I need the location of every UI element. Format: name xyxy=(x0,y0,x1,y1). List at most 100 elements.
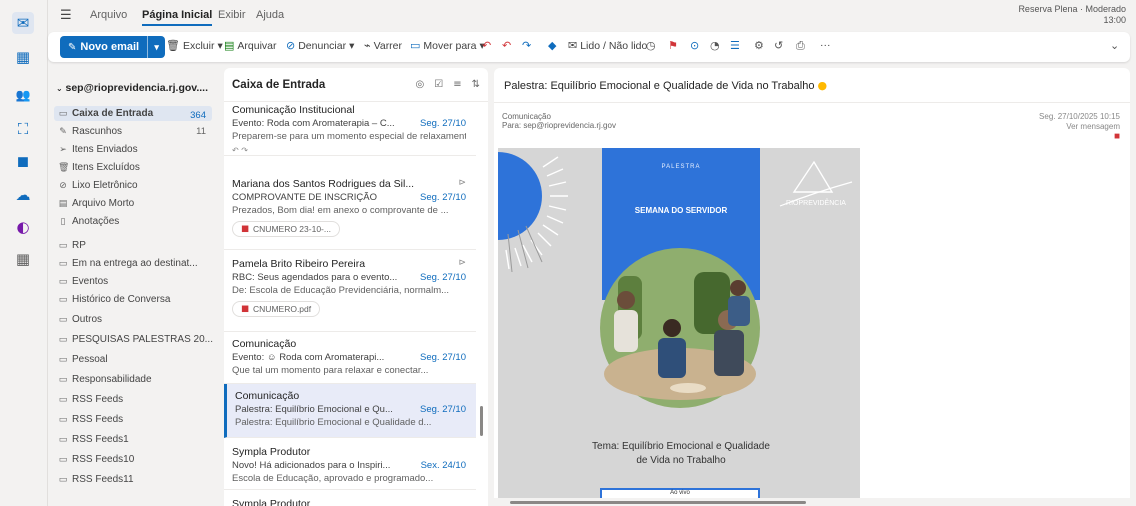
recipient-line: Para: sep@rioprevidencia.rj.gov xyxy=(502,121,616,130)
reply-all-icon[interactable]: ↶ xyxy=(502,39,511,52)
onedrive-icon[interactable]: ☁ xyxy=(12,184,34,206)
list-item[interactable]: Sympla Produtor xyxy=(224,492,476,506)
rules-icon[interactable]: ☰ xyxy=(730,39,740,52)
folder-pessoal[interactable]: ▭ Pessoal xyxy=(58,354,108,365)
snooze-icon[interactable]: ◔ xyxy=(710,39,720,52)
new-email-main[interactable]: ✎ Novo email xyxy=(60,36,147,58)
folder-rss-feeds[interactable]: ▭ RSS Feeds xyxy=(58,394,123,405)
chevron-down-icon: ⌄ xyxy=(56,84,66,93)
poster-logo: RIOPREVIDÊNCIA xyxy=(786,200,846,207)
folder-rp[interactable]: ▭ RP xyxy=(58,240,86,251)
message-list-scrollbar[interactable] xyxy=(478,102,486,506)
message-preview: Escola de Educação, aprovado e programad… xyxy=(232,473,434,484)
folder-entrega[interactable]: ▭ Em na entrega ao destinat... xyxy=(58,258,198,269)
message-sender: Comunicação Institucional xyxy=(232,104,355,116)
settings-icon[interactable]: ⚙ xyxy=(754,39,764,52)
categorize-icon[interactable]: ◷ xyxy=(646,39,656,52)
logo-mountain-shape xyxy=(792,160,834,193)
delete-button[interactable]: 🗑 Excluir ▾ xyxy=(166,39,223,52)
message-sender: Sympla Produtor xyxy=(232,498,311,506)
folder-lixo-eletronico[interactable]: ⊘ Lixo Eletrônico xyxy=(58,180,137,191)
message-sender: Pamela Brito Ribeiro Pereira xyxy=(232,258,366,270)
new-email-dropdown[interactable]: ▾ xyxy=(147,36,165,58)
inbox-icon: ▭ xyxy=(58,108,68,119)
chevron-down-icon[interactable]: ⌄ xyxy=(1110,39,1119,52)
reply-icon[interactable]: ↶ xyxy=(482,39,491,52)
archive-button[interactable]: ▤ Arquivar xyxy=(224,39,277,52)
archive-icon: ▤ xyxy=(58,198,68,209)
email-poster-image: PALESTRA SEMANA DO SERVIDOR Tema: Equilí… xyxy=(498,148,860,506)
scrollbar-thumb[interactable] xyxy=(480,406,483,436)
folder-responsabilidade[interactable]: ▭ Responsabilidade xyxy=(58,374,152,385)
email-subject-text: Palestra: Equilíbrio Emocional e Qualida… xyxy=(504,80,815,92)
select-icon[interactable]: ☑ xyxy=(434,79,443,90)
folder-arquivo-morto[interactable]: ▤ Arquivo Morto xyxy=(58,198,135,209)
folder-label: RSS Feeds1 xyxy=(72,434,129,445)
folder-anotacoes[interactable]: ▯ Anotações xyxy=(58,216,120,227)
sweep-button[interactable]: ⌁ Varrer xyxy=(364,39,402,52)
folder-pesquisas[interactable]: ▭ PESQUISAS PALESTRAS 20... xyxy=(58,334,213,345)
folder-rss-feeds1[interactable]: ▭ RSS Feeds1 xyxy=(58,434,129,445)
files-icon[interactable]: ◼ xyxy=(12,150,34,172)
move-to-button[interactable]: ▭ Mover para ▾ xyxy=(410,39,485,52)
attachment-chip[interactable]: ■ CNUMERO.pdf xyxy=(232,301,321,317)
people-icon[interactable]: 👥 xyxy=(12,84,34,106)
list-item[interactable]: ⊳ Pamela Brito Ribeiro Pereira RBC: Seus… xyxy=(224,252,476,332)
command-toolbar: ✎ Novo email ▾ 🗑 Excluir ▾ ▤ Arquivar ⊘ Denu… xyxy=(48,32,1130,62)
folder-rss-feeds-2[interactable]: ▭ RSS Feeds xyxy=(58,414,123,425)
attachment-chip[interactable]: ■ CNUMERO 23-10-... xyxy=(232,221,340,237)
folder-label: RP xyxy=(72,240,86,251)
sender-name: Comunicação xyxy=(502,112,551,121)
draft-icon: ✎ xyxy=(59,126,67,137)
list-item[interactable]: Comunicação Evento: ☺ Roda com Aromatera… xyxy=(224,332,476,384)
tab-arquivo[interactable]: Arquivo xyxy=(90,9,127,21)
sender-info[interactable]: Comunicação Para: sep@rioprevidencia.rj.… xyxy=(502,112,616,130)
tab-ajuda[interactable]: Ajuda xyxy=(256,9,284,21)
list-item[interactable]: Comunicação Institucional Evento: Roda c… xyxy=(224,98,476,156)
report-button[interactable]: ⊘ Denunciar ▾ xyxy=(286,39,354,52)
folder-rss-feeds11[interactable]: ▭ RSS Feeds11 xyxy=(58,474,134,485)
list-item[interactable]: Sympla Produtor Novo! Há adicionados par… xyxy=(224,440,476,490)
more-button[interactable]: ··· xyxy=(820,39,831,51)
pin-icon[interactable]: ⊳ xyxy=(458,178,466,188)
calendar-icon[interactable]: ▦ xyxy=(12,46,34,68)
apps-icon[interactable]: ▦ xyxy=(12,248,34,270)
loop-icon[interactable]: ◐ xyxy=(12,216,34,238)
folder-historico[interactable]: ▭ Histórico de Conversa xyxy=(58,294,171,305)
tag-icon[interactable]: ◆ xyxy=(548,39,556,52)
folder-rascunhos[interactable]: ✎ Rascunhos xyxy=(58,126,122,137)
org-icon[interactable]: ⛶ xyxy=(12,118,34,140)
tab-exibir[interactable]: Exibir xyxy=(218,9,246,21)
folder-rss-feeds10[interactable]: ▭ RSS Feeds10 xyxy=(58,454,135,465)
mail-icon[interactable]: ✉ xyxy=(12,12,34,34)
list-item[interactable]: ⊳ Mariana dos Santos Rodrigues da Sil...… xyxy=(224,172,476,250)
folder-icon: ▭ xyxy=(58,454,68,465)
undo-icon[interactable]: ↺ xyxy=(774,39,783,52)
reading-pane-scrollbar[interactable] xyxy=(494,498,1130,506)
folder-icon: ▭ xyxy=(58,434,68,445)
folder-itens-excluidos[interactable]: 🗑 Itens Excluídos xyxy=(58,162,140,173)
copilot-icon[interactable]: ◎ xyxy=(416,79,425,90)
flag-icon[interactable]: ⚑ xyxy=(668,39,678,52)
sort-icon[interactable]: ⇅ xyxy=(472,79,480,90)
scrollbar-thumb[interactable] xyxy=(510,501,806,504)
tab-pagina-inicial[interactable]: Página Inicial xyxy=(142,9,213,26)
account-header[interactable]: ⌄ sep@rioprevidencia.rj.gov.... xyxy=(56,82,208,94)
folder-itens-enviados[interactable]: ➢ Itens Enviados xyxy=(58,144,137,155)
read-unread-button[interactable]: ✉ Lido / Não lido xyxy=(568,39,647,52)
pin-icon[interactable]: ⊳ xyxy=(458,258,466,268)
new-email-button[interactable]: ✎ Novo email ▾ xyxy=(60,36,166,58)
folder-icon: ▭ xyxy=(58,414,68,425)
list-item-selected[interactable]: Comunicação Palestra: Equilíbrio Emocion… xyxy=(224,384,476,438)
pin-icon[interactable]: ⊙ xyxy=(690,39,699,52)
folder-inbox[interactable]: ▭ Caixa de Entrada xyxy=(54,106,212,121)
folder-label: Responsabilidade xyxy=(72,374,152,385)
forward-icon[interactable]: ↷ xyxy=(522,39,531,52)
view-message-link[interactable]: Ver mensagem xyxy=(1039,122,1120,132)
filter-icon[interactable]: ≡ xyxy=(453,79,461,90)
print-icon[interactable]: ⎙ xyxy=(796,39,805,53)
folder-label: RSS Feeds xyxy=(72,394,124,405)
folder-eventos[interactable]: ▭ Eventos xyxy=(58,276,108,287)
folder-outros[interactable]: ▭ Outros xyxy=(58,314,102,325)
menu-icon[interactable]: ☰ xyxy=(60,8,72,23)
